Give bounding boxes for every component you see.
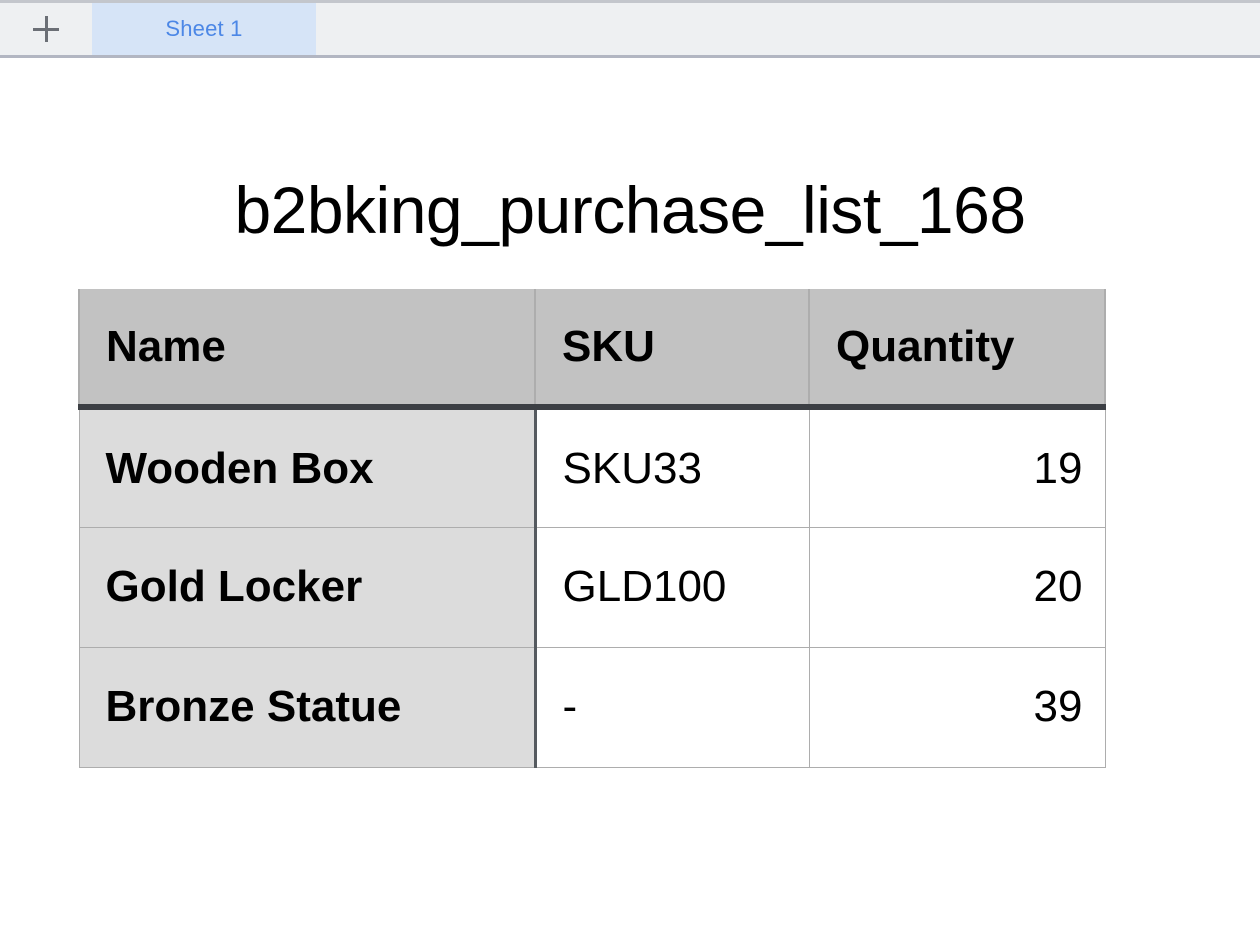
cell-name: Gold Locker <box>78 526 537 648</box>
plus-icon <box>33 16 59 42</box>
cell-name: Wooden Box <box>78 406 537 528</box>
table-row: Gold Locker GLD100 20 <box>78 526 1106 648</box>
sheet-tab-label: Sheet 1 <box>165 16 243 41</box>
table-header-row: Name SKU Quantity <box>78 289 1106 408</box>
cell-quantity: 20 <box>808 526 1106 648</box>
table-body: Wooden Box SKU33 19 Gold Locker GLD100 2… <box>78 406 1106 768</box>
purchase-list-table: Name SKU Quantity Wooden Box SKU33 19 Go… <box>78 289 1106 768</box>
sheet-tab-sheet-1[interactable]: Sheet 1 <box>92 3 316 55</box>
table-container: Name SKU Quantity Wooden Box SKU33 19 Go… <box>0 245 1260 768</box>
table-row: Bronze Statue - 39 <box>78 646 1106 768</box>
column-header-quantity: Quantity <box>808 289 1106 408</box>
cell-quantity: 19 <box>808 406 1106 528</box>
column-header-sku: SKU <box>534 289 810 408</box>
table-row: Wooden Box SKU33 19 <box>78 406 1106 528</box>
page-title: b2bking_purchase_list_168 <box>234 173 1026 247</box>
cell-quantity: 39 <box>808 646 1106 768</box>
cell-sku: SKU33 <box>534 406 810 528</box>
cell-name: Bronze Statue <box>78 646 537 768</box>
sheet-tab-bar: Sheet 1 <box>0 0 1260 58</box>
cell-sku: GLD100 <box>534 526 810 648</box>
add-sheet-button[interactable] <box>0 3 92 55</box>
cell-sku: - <box>534 646 810 768</box>
table-header: Name SKU Quantity <box>78 289 1106 408</box>
document-area: b2bking_purchase_list_168 Name SKU Quant… <box>0 58 1260 768</box>
column-header-name: Name <box>78 289 536 408</box>
tab-bar-filler <box>316 3 1260 55</box>
